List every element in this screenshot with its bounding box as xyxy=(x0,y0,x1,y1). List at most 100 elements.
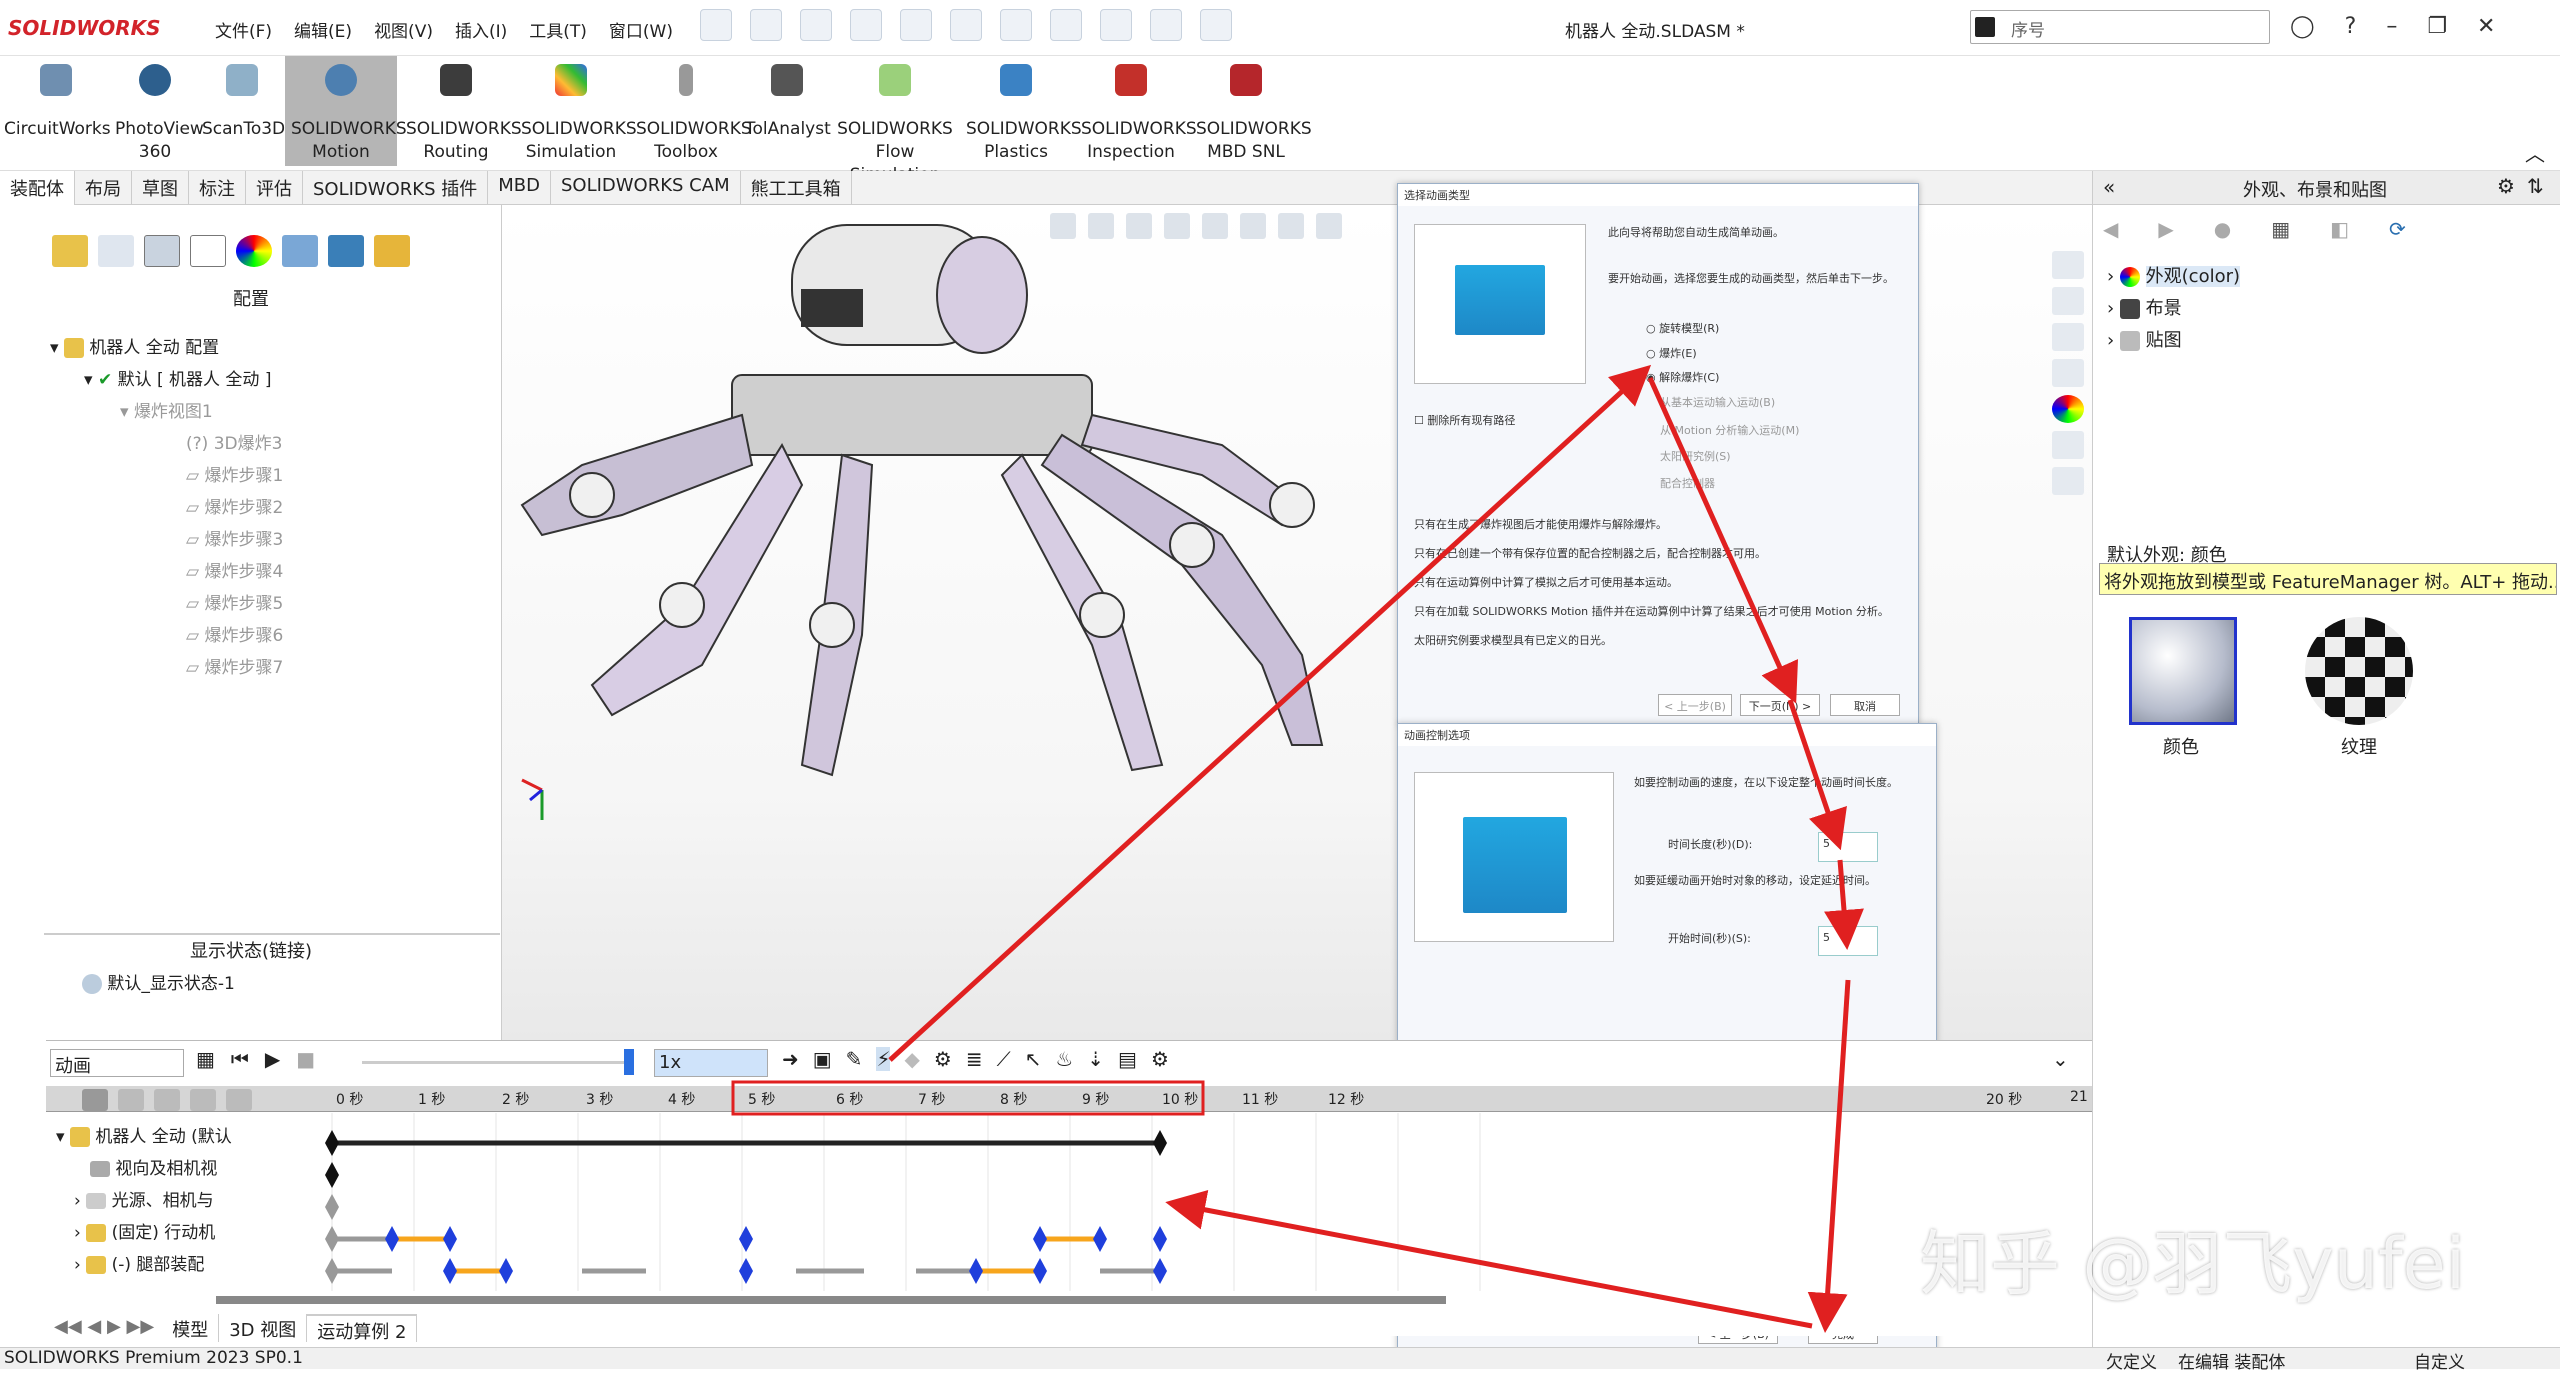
status-units[interactable]: 自定义 xyxy=(2414,1348,2465,1373)
select-icon[interactable] xyxy=(1050,9,1082,41)
tab-motion-study[interactable]: 运动算例 2 xyxy=(307,1314,418,1343)
keyframe[interactable] xyxy=(499,1258,513,1284)
keyframe[interactable] xyxy=(325,1162,339,1188)
menu-view[interactable]: 视图(V) xyxy=(374,17,433,42)
ribbon-tolanalyst[interactable]: TolAnalyst xyxy=(745,56,831,166)
tab-addins[interactable]: SOLIDWORKS 插件 xyxy=(303,171,489,205)
tab-3d-views[interactable]: 3D 视图 xyxy=(219,1314,308,1342)
ribbon-routing[interactable]: SOLIDWORKS Routing xyxy=(400,56,522,166)
tab-model[interactable]: 模型 xyxy=(162,1314,220,1342)
tab-mbd[interactable]: MBD xyxy=(488,171,551,205)
keyframe[interactable] xyxy=(1033,1258,1047,1284)
add-folder-icon[interactable]: ● xyxy=(2214,217,2231,241)
thumb-color[interactable] xyxy=(2129,617,2237,725)
print-icon[interactable] xyxy=(900,9,932,41)
pane-options-icon[interactable]: ⚙ xyxy=(2497,174,2515,198)
keyframe-area[interactable] xyxy=(46,1041,2092,1337)
ribbon-flow-simulation[interactable]: SOLIDWORKS Flow Simulation xyxy=(832,56,958,185)
ribbon-circuitworks[interactable]: CircuitWorks xyxy=(4,56,111,166)
view-palette-icon[interactable] xyxy=(2052,359,2084,387)
tree-step[interactable]: ▱ 爆炸步骤2 xyxy=(186,493,283,518)
tab-evaluate[interactable]: 评估 xyxy=(246,171,303,205)
ribbon-scanto3d[interactable]: ScanTo3D xyxy=(202,56,285,166)
ribbon-toolbox[interactable]: SOLIDWORKS Toolbox xyxy=(630,56,752,166)
tab-sketch[interactable]: 草图 xyxy=(132,171,189,205)
option-rotate[interactable]: ○ 旋转模型(R) xyxy=(1646,320,1719,336)
solidworks-logo[interactable]: SOLIDWORKS xyxy=(8,16,161,40)
redo-icon[interactable] xyxy=(1000,9,1032,41)
next-button[interactable]: 下一页(N) > xyxy=(1740,694,1820,716)
delete-paths-checkbox[interactable]: ☐ 删除所有现有路径 xyxy=(1414,412,1515,428)
minimize-icon[interactable]: – xyxy=(2386,14,2397,39)
option-collapse[interactable]: ◉ 解除爆炸(C) xyxy=(1646,369,1719,385)
design-library-icon[interactable] xyxy=(2052,287,2084,315)
help-icon[interactable]: ? xyxy=(2345,14,2357,39)
tab-toolbox[interactable]: 熊工工具箱 xyxy=(741,171,852,205)
keyframe[interactable] xyxy=(325,1194,339,1220)
cam-feature-icon[interactable] xyxy=(282,235,318,267)
forward-icon[interactable]: ▶ xyxy=(2158,217,2173,241)
library-icon[interactable]: ▦ xyxy=(2271,217,2290,241)
tree-step[interactable]: ▱ 爆炸步骤5 xyxy=(186,589,283,614)
menu-file[interactable]: 文件(F) xyxy=(215,17,272,42)
ribbon-photoview[interactable]: PhotoView 360 xyxy=(110,56,204,166)
tree-step[interactable]: ▱ 爆炸步骤3 xyxy=(186,525,283,550)
duration-input[interactable]: 5 xyxy=(1818,832,1878,862)
tree-exploded-view[interactable]: ▾ 爆炸视图1 xyxy=(120,397,213,422)
keyframe[interactable] xyxy=(1153,1226,1167,1252)
keyframe[interactable] xyxy=(325,1258,339,1284)
keyframe[interactable] xyxy=(969,1258,983,1284)
keyframe[interactable] xyxy=(739,1258,753,1284)
menu-tools[interactable]: 工具(T) xyxy=(529,17,587,42)
configuration-manager-icon[interactable] xyxy=(144,235,180,267)
keyframe[interactable] xyxy=(739,1226,753,1252)
collapse-pane-icon[interactable]: « xyxy=(2103,175,2115,199)
options-icon[interactable] xyxy=(1200,9,1232,41)
undo-icon[interactable] xyxy=(950,9,982,41)
keyframe[interactable] xyxy=(1093,1226,1107,1252)
keyframe[interactable] xyxy=(1153,1258,1167,1284)
home-icon[interactable] xyxy=(700,9,732,41)
new-icon[interactable] xyxy=(750,9,782,41)
nav-arrows[interactable]: ◀◀ ◀ ▶ ▶▶ xyxy=(46,1314,162,1342)
cam-tool-icon[interactable] xyxy=(374,235,410,267)
dimxpert-icon[interactable] xyxy=(190,235,226,267)
display-manager-icon[interactable] xyxy=(236,235,272,267)
tree-3d-explode[interactable]: (?) 3D爆炸3 xyxy=(186,429,282,454)
tab-markup[interactable]: 标注 xyxy=(189,171,246,205)
collapse-ribbon-icon[interactable]: ︿ xyxy=(2525,138,2545,167)
close-icon[interactable]: ✕ xyxy=(2477,14,2495,39)
tree-default-config[interactable]: ▾ ✔ 默认 [ 机器人 全动 ] xyxy=(84,365,271,390)
back-icon[interactable]: ◀ xyxy=(2103,217,2118,241)
file-properties-icon[interactable] xyxy=(1150,9,1182,41)
ribbon-mbd-snl[interactable]: SOLIDWORKS MBD SNL xyxy=(1190,56,1312,166)
keyframe[interactable] xyxy=(325,1130,339,1156)
ribbon-simulation[interactable]: SOLIDWORKS Simulation xyxy=(515,56,637,166)
pane-pin-icon[interactable]: ⇅ xyxy=(2527,174,2544,198)
forum-icon[interactable] xyxy=(2052,467,2084,495)
tree-step[interactable]: ▱ 爆炸步骤7 xyxy=(186,653,283,678)
thumb-texture[interactable] xyxy=(2305,617,2413,725)
keyframe[interactable] xyxy=(1153,1130,1167,1156)
splitter[interactable] xyxy=(44,933,500,935)
tree-step[interactable]: ▱ 爆炸步骤1 xyxy=(186,461,283,486)
tree-appearance[interactable]: › 外观(color) xyxy=(2107,261,2241,293)
keyframe[interactable] xyxy=(385,1226,399,1252)
start-time-input[interactable]: 5 xyxy=(1818,926,1878,956)
restore-icon[interactable]: ❐ xyxy=(2427,14,2447,39)
menu-insert[interactable]: 插入(I) xyxy=(455,17,507,42)
search-input[interactable]: 序号 xyxy=(1970,10,2270,44)
keyframe[interactable] xyxy=(325,1226,339,1252)
file-explorer-icon[interactable] xyxy=(2052,323,2084,351)
ribbon-inspection[interactable]: SOLIDWORKS Inspection xyxy=(1075,56,1197,166)
keyframe[interactable] xyxy=(443,1258,457,1284)
property-manager-icon[interactable] xyxy=(98,235,134,267)
ribbon-motion[interactable]: SOLIDWORKS Motion xyxy=(285,56,407,166)
menu-window[interactable]: 窗口(W) xyxy=(609,17,673,42)
ribbon-plastics[interactable]: SOLIDWORKS Plastics xyxy=(960,56,1082,166)
keyframe[interactable] xyxy=(1033,1226,1047,1252)
tab-layout[interactable]: 布局 xyxy=(75,171,132,205)
tree-scene[interactable]: › 布景 xyxy=(2107,293,2240,325)
save-icon[interactable] xyxy=(850,9,882,41)
open-icon[interactable] xyxy=(800,9,832,41)
